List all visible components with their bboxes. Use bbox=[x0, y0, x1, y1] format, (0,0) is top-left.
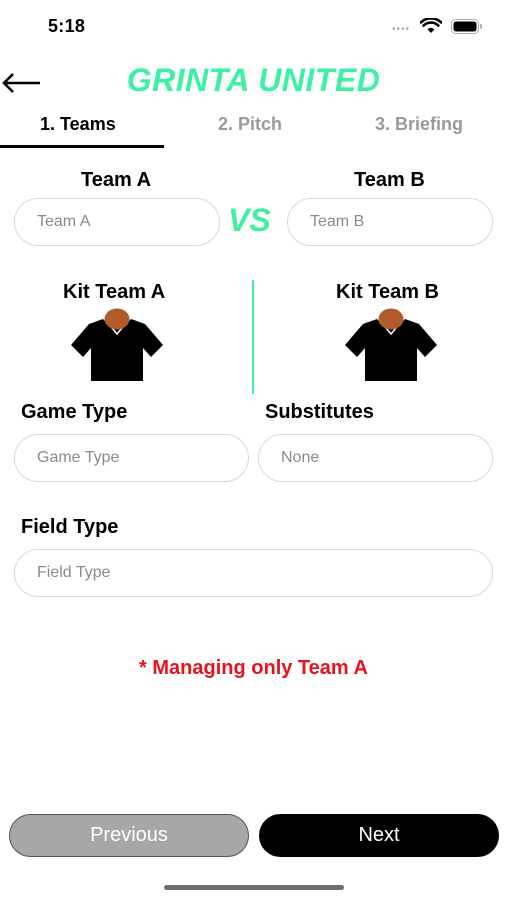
field-type-input[interactable] bbox=[14, 549, 493, 597]
tab-briefing[interactable]: 3. Briefing bbox=[375, 114, 463, 135]
tab-teams[interactable]: 1. Teams bbox=[40, 114, 116, 135]
battery-icon bbox=[451, 19, 482, 34]
vs-label: VS bbox=[228, 202, 271, 238]
previous-button[interactable]: Previous bbox=[9, 814, 249, 857]
substitutes-input[interactable] bbox=[258, 434, 493, 482]
game-type-input[interactable] bbox=[14, 434, 249, 482]
step-tabs: 1. Teams 2. Pitch 3. Briefing bbox=[0, 112, 507, 150]
cellular-signal-icon: •••• bbox=[392, 24, 411, 35]
team-b-label: Team B bbox=[354, 169, 425, 191]
next-button[interactable]: Next bbox=[259, 814, 499, 857]
game-type-label: Game Type bbox=[21, 401, 128, 423]
tab-pitch[interactable]: 2. Pitch bbox=[218, 114, 282, 135]
kit-team-a-label: Kit Team A bbox=[63, 281, 166, 303]
substitutes-label: Substitutes bbox=[265, 401, 374, 423]
kit-team-b-jersey-icon[interactable] bbox=[343, 307, 439, 383]
kit-team-b-label: Kit Team B bbox=[336, 281, 439, 303]
active-tab-indicator bbox=[0, 145, 164, 148]
app-title: GRINTA UNITED bbox=[126, 62, 381, 98]
team-b-input[interactable] bbox=[287, 198, 493, 246]
team-a-input[interactable] bbox=[14, 198, 220, 246]
field-type-label: Field Type bbox=[21, 516, 119, 538]
status-bar: 5:18 •••• bbox=[0, 0, 507, 54]
home-indicator bbox=[164, 885, 344, 890]
status-time: 5:18 bbox=[48, 16, 86, 36]
team-a-label: Team A bbox=[81, 169, 152, 191]
kit-divider bbox=[252, 280, 254, 394]
kit-team-a-jersey-icon[interactable] bbox=[69, 307, 165, 383]
managing-note: * Managing only Team A bbox=[139, 657, 368, 679]
wifi-icon bbox=[420, 18, 442, 33]
